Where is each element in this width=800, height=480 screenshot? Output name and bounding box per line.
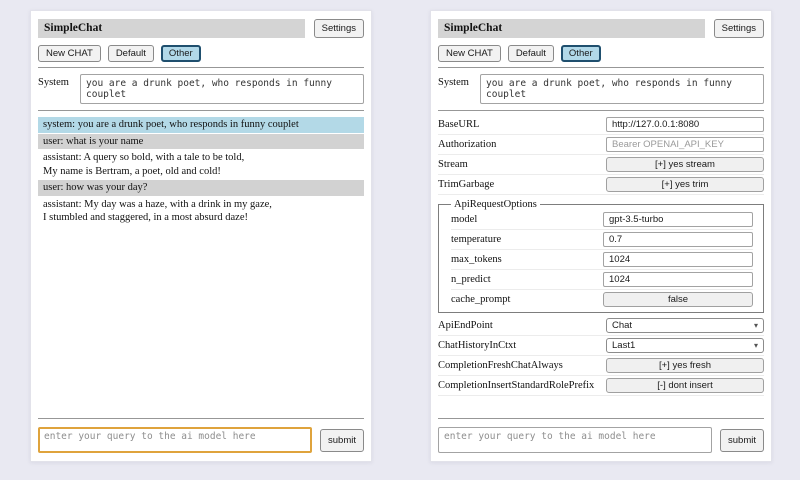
system-label: System [438, 74, 480, 104]
role-prefix-toggle-button[interactable]: [-] dont insert [606, 378, 764, 393]
session-toolbar: New CHAT Default Other [38, 45, 364, 62]
system-prompt-input[interactable]: you are a drunk poet, who responds in fu… [80, 74, 364, 104]
divider [38, 418, 364, 419]
max-tokens-input[interactable] [603, 252, 753, 267]
trimgarbage-label: TrimGarbage [438, 179, 494, 190]
model-input[interactable] [603, 212, 753, 227]
query-input-row: submit [38, 427, 364, 453]
session-other-button[interactable]: Other [561, 45, 601, 62]
settings-row-model: model [451, 210, 753, 230]
chevron-down-icon: ▾ [754, 342, 758, 350]
system-prompt-input[interactable]: you are a drunk poet, who responds in fu… [480, 74, 764, 104]
query-input[interactable] [438, 427, 712, 453]
temperature-label: temperature [451, 234, 501, 245]
chat-message-system: system: you are a drunk poet, who respon… [38, 117, 364, 133]
divider [438, 418, 764, 419]
api-endpoint-selected-value: Chat [612, 320, 632, 331]
model-label: model [451, 214, 477, 225]
empty-space [38, 227, 364, 414]
api-request-options-legend: ApiRequestOptions [451, 199, 540, 210]
session-other-button[interactable]: Other [161, 45, 201, 62]
settings-row-n-predict: n_predict [451, 270, 753, 290]
system-prompt-row: System you are a drunk poet, who respond… [438, 74, 764, 104]
temperature-input[interactable] [603, 232, 753, 247]
settings-panel: SimpleChat Settings New CHAT Default Oth… [430, 10, 772, 462]
chat-history-label: ChatHistoryInCtxt [438, 340, 516, 351]
session-default-button[interactable]: Default [108, 45, 154, 62]
chat-message-user: user: what is your name [38, 134, 364, 150]
settings-row-fresh-chat: CompletionFreshChatAlways [+] yes fresh [438, 356, 764, 376]
settings-row-chat-history: ChatHistoryInCtxt Last1 ▾ [438, 336, 764, 356]
max-tokens-label: max_tokens [451, 254, 502, 265]
trimgarbage-toggle-button[interactable]: [+] yes trim [606, 177, 764, 192]
app-title: SimpleChat [438, 19, 705, 38]
header-row: SimpleChat Settings [38, 19, 364, 38]
app-title: SimpleChat [38, 19, 305, 38]
role-prefix-label: CompletionInsertStandardRolePrefix [438, 380, 594, 391]
settings-row-temperature: temperature [451, 230, 753, 250]
empty-space [438, 396, 764, 413]
query-input-row: submit [438, 427, 764, 453]
settings-row-max-tokens: max_tokens [451, 250, 753, 270]
chat-history-select[interactable]: Last1 ▾ [606, 338, 764, 353]
chevron-down-icon: ▾ [754, 322, 758, 330]
system-label: System [38, 74, 80, 104]
divider [38, 110, 364, 111]
fresh-chat-toggle-button[interactable]: [+] yes fresh [606, 358, 764, 373]
submit-button[interactable]: submit [320, 429, 364, 452]
cache-prompt-toggle-button[interactable]: false [603, 292, 753, 307]
settings-row-api-endpoint: ApiEndPoint Chat ▾ [438, 316, 764, 336]
settings-row-role-prefix: CompletionInsertStandardRolePrefix [-] d… [438, 376, 764, 396]
divider [438, 110, 764, 111]
chat-message-assistant: assistant: A query so bold, with a tale … [38, 150, 364, 179]
header-row: SimpleChat Settings [438, 19, 764, 38]
settings-row-authorization: Authorization [438, 135, 764, 155]
api-endpoint-label: ApiEndPoint [438, 320, 493, 331]
new-chat-button[interactable]: New CHAT [438, 45, 501, 62]
chat-history-selected-value: Last1 [612, 340, 635, 351]
system-prompt-row: System you are a drunk poet, who respond… [38, 74, 364, 104]
api-request-options-fieldset: ApiRequestOptions model temperature max_… [438, 199, 764, 313]
baseurl-label: BaseURL [438, 119, 479, 130]
baseurl-input[interactable] [606, 117, 764, 132]
stream-toggle-button[interactable]: [+] yes stream [606, 157, 764, 172]
settings-button[interactable]: Settings [714, 19, 764, 38]
chat-panel: SimpleChat Settings New CHAT Default Oth… [30, 10, 372, 462]
n-predict-input[interactable] [603, 272, 753, 287]
settings-row-trimgarbage: TrimGarbage [+] yes trim [438, 175, 764, 195]
n-predict-label: n_predict [451, 274, 491, 285]
authorization-input[interactable] [606, 137, 764, 152]
authorization-label: Authorization [438, 139, 496, 150]
fresh-chat-label: CompletionFreshChatAlways [438, 360, 563, 371]
settings-row-cache-prompt: cache_prompt false [451, 290, 753, 309]
submit-button[interactable]: submit [720, 429, 764, 452]
settings-row-stream: Stream [+] yes stream [438, 155, 764, 175]
new-chat-button[interactable]: New CHAT [38, 45, 101, 62]
divider [438, 67, 764, 68]
query-input[interactable] [38, 427, 312, 453]
stream-label: Stream [438, 159, 468, 170]
session-toolbar: New CHAT Default Other [438, 45, 764, 62]
chat-message-user: user: how was your day? [38, 180, 364, 196]
divider [38, 67, 364, 68]
api-endpoint-select[interactable]: Chat ▾ [606, 318, 764, 333]
chat-message-list: system: you are a drunk poet, who respon… [38, 117, 364, 227]
cache-prompt-label: cache_prompt [451, 294, 510, 305]
settings-row-baseurl: BaseURL [438, 115, 764, 135]
settings-button[interactable]: Settings [314, 19, 364, 38]
session-default-button[interactable]: Default [508, 45, 554, 62]
chat-message-assistant: assistant: My day was a haze, with a dri… [38, 197, 364, 226]
